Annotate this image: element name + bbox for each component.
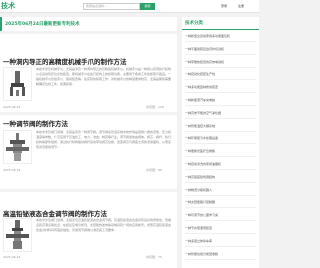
site-logo[interactable]: 技术: [1, 1, 15, 11]
sidebar-separator: [185, 207, 256, 209]
update-banner: 2025年06月24日最新更新专利技术: [0, 17, 177, 31]
article-excerpt: 本技术涉及阀门领域，尤其涉及高温铅铋液态合金调节阀。高温铅铋液态合金具有良好的导…: [36, 218, 172, 232]
sidebar-item[interactable]: 一种太阳能路灯控制器: [185, 200, 257, 204]
article-title[interactable]: 一种洞内导正的高精度机械手爪的制作方法: [3, 56, 127, 66]
sidebar-separator: [185, 41, 256, 42]
top-bar: 技术 搜索站点资料... 搜索 登录 注册: [0, 0, 259, 13]
article-thumbnail[interactable]: [3, 130, 32, 164]
sidebar-item[interactable]: 一种高效节能的空气净化器: [185, 111, 257, 115]
sidebar-separator: [185, 143, 256, 145]
search-input[interactable]: 搜索站点资料...: [83, 3, 140, 10]
article-excerpt: 本技术涉及阀门领域，尤其是涉及一种调节阀。调节阀在管道系统中的作用是控制介质的流…: [36, 130, 172, 149]
sidebar-separator: [185, 79, 256, 81]
banner-text: 2025年06月24日最新更新专利技术: [5, 22, 80, 27]
sidebar-separator: [185, 117, 256, 119]
article-views: 访问量：128: [146, 105, 164, 109]
login-link[interactable]: 登录: [221, 4, 227, 8]
sidebar-item[interactable]: 一种多功能园林修剪装置: [185, 85, 257, 89]
sidebar-item[interactable]: 一种环保型污水处理设备: [185, 136, 257, 140]
sidebar-item[interactable]: 一种自动清洗的家用油烟机: [185, 162, 257, 166]
sidebar-separator: [185, 92, 256, 94]
sidebar-separator: [185, 245, 256, 247]
sidebar-item[interactable]: 一种平面瓷砖四边同时切割机: [185, 47, 257, 51]
sidebar-separator: [185, 53, 256, 55]
sidebar-item[interactable]: 一种可调节的儿童学习桌: [185, 213, 257, 217]
sidebar-separator: [185, 169, 256, 170]
article-views: 访问量：86: [146, 168, 162, 172]
article-excerpt: 本技术涉及机械手爪，尤其是涉及一种洞内导正的高精度机械手爪。机械手爪是一种用以实…: [36, 67, 172, 86]
sidebar-item[interactable]: 一种自动化装配生产线: [185, 72, 257, 76]
article-date: 2025-06-24: [3, 168, 21, 172]
sidebar-item[interactable]: 一种新型全自动家用多功能面包机: [185, 34, 257, 38]
article-card[interactable]: 高温铅铋液态合金调节阀的制作方法 本技术涉及阀门领域，尤其涉及高温铅铋液态合金调…: [0, 192, 177, 268]
sidebar: 技术分类 一种新型全自动家用多功能面包机 一种平面瓷砖四边同时切割机 一种带散热装置…: [182, 17, 259, 268]
sidebar-item[interactable]: 一种高强度建筑钢结构: [185, 175, 257, 179]
sidebar-item[interactable]: 一种新能源汽车充电桩: [185, 98, 257, 102]
article-views: 访问量：75: [146, 255, 162, 259]
sidebar-item[interactable]: 一种智能温控大棚系统: [185, 124, 257, 128]
sidebar-item[interactable]: 一种智能垃圾分类回收箱: [185, 252, 257, 256]
register-link[interactable]: 注册: [238, 4, 244, 8]
sidebar-separator: [185, 220, 256, 222]
sidebar-item[interactable]: 一种带散热装置的高效电动机: [185, 60, 257, 64]
main-content: 2025年06月24日最新更新专利技术 一种洞内导正的高精度机械手爪的制作方法 …: [0, 17, 177, 268]
article-title[interactable]: 一种调节阀的制作方法: [3, 118, 68, 128]
article-thumbnail[interactable]: [3, 67, 32, 101]
page: 技术 搜索站点资料... 搜索 登录 注册 2025年06月24日最新更新专利技…: [0, 0, 259, 268]
article-date: 2025-06-24: [3, 255, 21, 259]
article-date: 2025-06-24: [3, 105, 21, 109]
sidebar-item[interactable]: 一种物流分拣机器人: [185, 188, 257, 192]
sidebar-separator: [185, 258, 256, 260]
sidebar-separator: [185, 130, 256, 132]
sidebar-separator: [185, 181, 256, 183]
search-button[interactable]: 搜索: [140, 3, 155, 10]
sidebar-separator: [185, 233, 256, 234]
article-title[interactable]: 高温铅铋液态合金调节阀的制作方法: [3, 208, 107, 218]
article-card[interactable]: 一种调节阀的制作方法 本技术涉及阀门领域，尤其是涉及一种调节阀。调节阀在管道系统…: [0, 115, 177, 189]
sidebar-separator: [185, 66, 256, 68]
sidebar-heading: 技术分类: [185, 21, 203, 26]
sidebar-separator: [185, 156, 256, 158]
article-card[interactable]: 一种洞内导正的高精度机械手爪的制作方法 本技术涉及机械手爪，尤其是涉及一种洞内导…: [0, 34, 177, 112]
sidebar-item[interactable]: 一种多层立体停车库: [185, 239, 257, 243]
sidebar-divider: [182, 29, 259, 30]
sidebar-separator: [185, 105, 256, 106]
sidebar-separator: [185, 194, 256, 196]
article-thumbnail[interactable]: [3, 218, 32, 252]
sidebar-item[interactable]: 一种便携式医疗急救箱: [185, 149, 257, 153]
sidebar-item[interactable]: 一种节水型灌溉装置: [185, 226, 257, 230]
